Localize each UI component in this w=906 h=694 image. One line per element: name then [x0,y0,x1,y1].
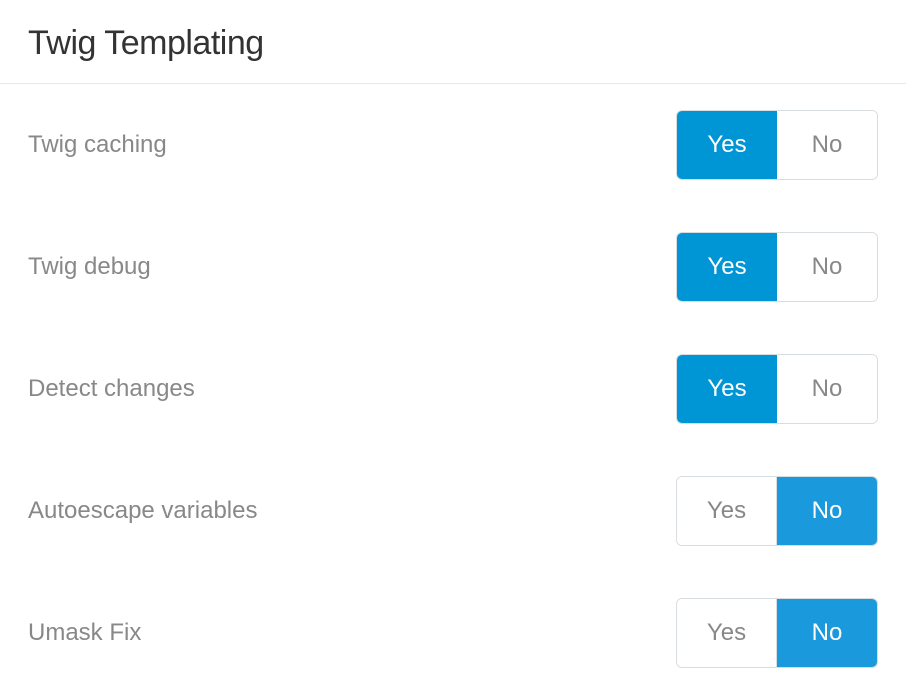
toggle-no-button[interactable]: No [777,111,877,179]
setting-row-twig-caching: Twig caching Yes No [28,84,878,206]
toggle-yes-button[interactable]: Yes [677,111,777,179]
toggle-yes-button[interactable]: Yes [677,599,777,667]
setting-row-twig-debug: Twig debug Yes No [28,206,878,328]
toggle-yes-button[interactable]: Yes [677,355,777,423]
toggle-no-button[interactable]: No [777,477,877,545]
settings-list: Twig caching Yes No Twig debug Yes No De… [0,84,906,694]
setting-label: Twig caching [28,131,167,159]
setting-label: Detect changes [28,375,195,403]
setting-label: Umask Fix [28,619,141,647]
setting-row-detect-changes: Detect changes Yes No [28,328,878,450]
toggle-no-button[interactable]: No [777,355,877,423]
toggle-detect-changes: Yes No [676,354,878,424]
toggle-no-button[interactable]: No [777,599,877,667]
setting-label: Twig debug [28,253,151,281]
toggle-yes-button[interactable]: Yes [677,477,777,545]
toggle-umask-fix: Yes No [676,598,878,668]
setting-row-umask-fix: Umask Fix Yes No [28,572,878,694]
setting-label: Autoescape variables [28,497,257,525]
toggle-twig-debug: Yes No [676,232,878,302]
section-title: Twig Templating [0,0,906,84]
setting-row-autoescape-variables: Autoescape variables Yes No [28,450,878,572]
toggle-twig-caching: Yes No [676,110,878,180]
toggle-yes-button[interactable]: Yes [677,233,777,301]
toggle-no-button[interactable]: No [777,233,877,301]
toggle-autoescape-variables: Yes No [676,476,878,546]
